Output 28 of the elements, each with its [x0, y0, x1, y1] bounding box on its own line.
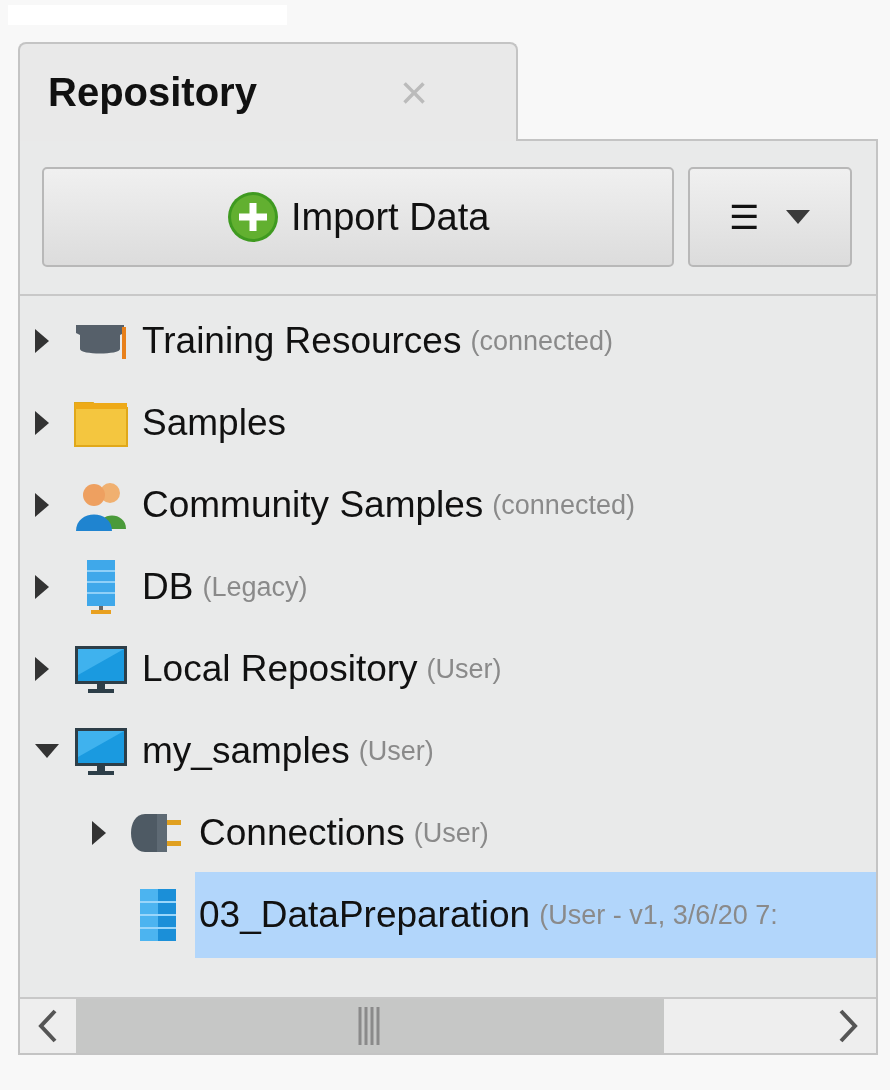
plus-icon — [226, 191, 279, 243]
monitor-icon — [74, 645, 128, 693]
item-label: Community Samples — [142, 484, 484, 526]
scrollbar-thumb[interactable] — [76, 999, 664, 1053]
table-icon — [138, 887, 178, 943]
item-note: (User) — [426, 653, 502, 685]
item-note: (connected) — [470, 325, 614, 357]
item-label: 03_DataPreparation — [199, 894, 531, 936]
item-label: DB — [142, 566, 194, 608]
item-label: Connections — [199, 812, 405, 854]
caret-icon — [785, 209, 812, 225]
item-note: (User) — [413, 817, 489, 849]
item-label: my_samples — [142, 730, 350, 772]
tab-title: Repository — [48, 70, 257, 115]
menu-button[interactable]: ☰ — [688, 167, 852, 267]
item-label: Training Resources — [142, 320, 462, 362]
monitor-icon — [74, 727, 128, 775]
item-label: Local Repository — [142, 648, 418, 690]
repository-tab[interactable]: Repository × — [18, 42, 518, 141]
item-note: (User - v1, 3/6/20 7: — [539, 899, 778, 931]
import-data-button[interactable]: Import Data — [42, 167, 675, 267]
grip-icon — [357, 1007, 383, 1045]
item-note: (connected) — [492, 489, 635, 521]
item-note: (Legacy) — [202, 571, 308, 603]
item-note: (User) — [358, 735, 434, 767]
selected-tree-item[interactable]: 03_DataPreparation (User - v1, 3/6/20 7: — [195, 872, 876, 958]
folder-icon — [74, 399, 128, 447]
item-label: Samples — [142, 402, 286, 444]
